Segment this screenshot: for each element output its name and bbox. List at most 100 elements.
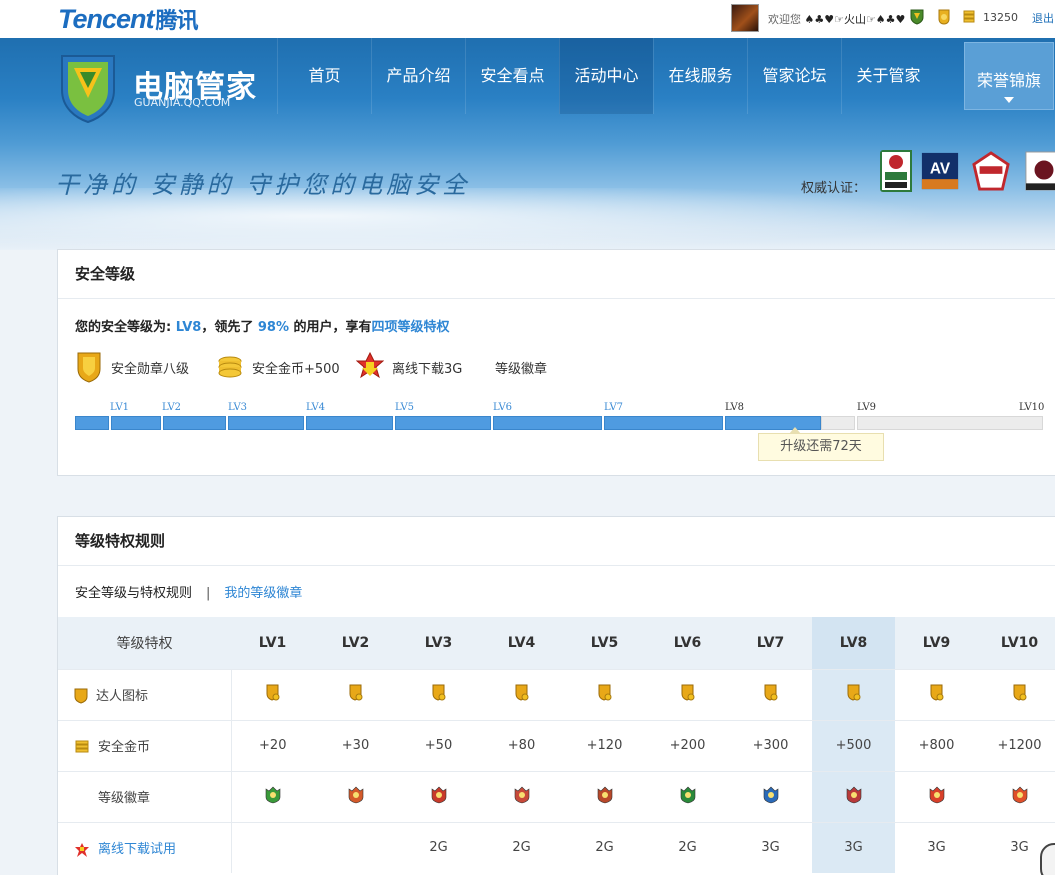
nav-online-service[interactable]: 在线服务: [653, 38, 747, 114]
progress-segment: [75, 416, 109, 430]
tab-separator: |: [206, 586, 211, 601]
table-cell: [480, 668, 563, 720]
table-cell: +30: [314, 719, 397, 771]
chevron-down-icon: [1004, 97, 1014, 103]
medal-icon: [847, 684, 860, 701]
table-cell: [397, 668, 480, 720]
guanjia-shield-logo[interactable]: [58, 52, 118, 124]
table-cell: 2G: [480, 821, 563, 873]
progress-segment-remaining: [857, 416, 1043, 430]
table-cell: [895, 770, 978, 822]
av-test-cert-icon[interactable]: [972, 150, 1010, 192]
tencent-logo[interactable]: Tencent腾讯: [58, 3, 199, 35]
brand-domain: GUANJIA.QQ.COM: [134, 96, 231, 109]
tab-my-badges[interactable]: 我的等级徽章: [224, 586, 302, 601]
level-label: LV10: [1019, 402, 1045, 413]
column-header: 等级特权: [58, 617, 231, 669]
table-row: 达人图标: [58, 668, 1055, 720]
nav-products[interactable]: 产品介绍: [371, 38, 465, 114]
row-label: 等级徽章: [58, 770, 232, 822]
nav-about[interactable]: 关于管家: [841, 38, 935, 114]
avatar[interactable]: [731, 4, 759, 32]
level-label-current: LV8: [725, 402, 745, 413]
download-trial-link[interactable]: 离线下载试用: [98, 842, 176, 857]
level-label: LV4: [306, 402, 326, 413]
column-header: LV10: [978, 617, 1055, 669]
progress-segment: [306, 416, 393, 430]
shield-icon[interactable]: [910, 9, 924, 25]
table-cell: 2G: [397, 821, 480, 873]
progress-segment-current: [725, 416, 821, 430]
svg-text:AV: AV: [930, 161, 951, 178]
medal-icon: [74, 688, 88, 704]
table-cell: +1200: [978, 719, 1055, 771]
table-cell: [231, 770, 314, 822]
table-cell: +300: [729, 719, 812, 771]
medal-icon: [930, 684, 943, 701]
rules-panel: 等级特权规则 安全等级与特权规则 | 我的等级徽章 等级特权 LV1 LV2 LV3…: [57, 516, 1055, 875]
column-header: LV6: [646, 617, 729, 669]
column-header: LV3: [397, 617, 480, 669]
table-cell: +200: [646, 719, 729, 771]
coin-stack-icon: [218, 356, 242, 378]
row-label: 安全金币: [58, 719, 232, 771]
coin-stack-icon: [75, 740, 89, 753]
level-badge-icon: [431, 786, 446, 803]
level-badge-icon: [514, 786, 529, 803]
table-cell: [978, 668, 1055, 720]
download-star-icon: [75, 842, 89, 857]
table-cell: [729, 668, 812, 720]
privilege-coins: 安全金币+500: [216, 350, 340, 384]
progress-segment: [111, 416, 161, 430]
top-bar: Tencent腾讯 欢迎您 ♠♣♥☞火山☞♠♣♥ 13250 退出: [0, 0, 1055, 38]
vb100-cert-icon[interactable]: [880, 150, 918, 192]
rules-table: 等级特权 LV1 LV2 LV3 LV4 LV5 LV6 LV7 LV8 LV9…: [58, 617, 1055, 873]
level-label: LV2: [162, 402, 182, 413]
checkmark-cert-icon[interactable]: [1025, 150, 1055, 192]
medal-icon[interactable]: [937, 9, 951, 25]
nav-forum[interactable]: 管家论坛: [747, 38, 841, 114]
medal-icon: [432, 684, 445, 701]
logout-link[interactable]: 退出: [1032, 10, 1054, 26]
table-header-row: 等级特权 LV1 LV2 LV3 LV4 LV5 LV6 LV7 LV8 LV9…: [58, 617, 1055, 669]
honor-banner-button[interactable]: 荣誉锦旗: [964, 42, 1054, 110]
nav-activity-center[interactable]: 活动中心: [559, 38, 653, 114]
medal-icon: [681, 684, 694, 701]
nav-security-news[interactable]: 安全看点: [465, 38, 559, 114]
column-header: LV2: [314, 617, 397, 669]
progress-segment: [395, 416, 491, 430]
table-cell: +800: [895, 719, 978, 771]
table-cell: [646, 770, 729, 822]
slogan: 干净的 安静的 守护您的电脑安全: [55, 171, 471, 199]
header-banner: 电脑管家 GUANJIA.QQ.COM 首页 产品介绍 安全看点 活动中心 在线…: [0, 38, 1055, 258]
privileges-link[interactable]: 四项等级特权: [372, 320, 450, 335]
table-cell: [314, 668, 397, 720]
av-comparatives-cert-icon[interactable]: AV: [921, 150, 959, 192]
username[interactable]: ♠♣♥☞火山☞♠♣♥: [805, 13, 906, 26]
level-badge-icon: [265, 786, 281, 803]
upgrade-tooltip: 升级还需72天: [758, 427, 884, 461]
table-cell: 3G: [895, 821, 978, 873]
table-cell: [812, 770, 895, 822]
table-cell: [480, 770, 563, 822]
tab-level-rules[interactable]: 安全等级与特权规则: [75, 586, 192, 601]
medal-icon: [1013, 684, 1026, 701]
nav-home[interactable]: 首页: [277, 38, 371, 114]
medal-icon: [598, 684, 611, 701]
table-cell: [231, 668, 314, 720]
medal-icon: [349, 684, 362, 701]
table-cell: +20: [231, 719, 314, 771]
rules-tabs: 安全等级与特权规则 | 我的等级徽章: [75, 582, 302, 601]
scroll-corner-widget[interactable]: [1040, 843, 1055, 875]
level-label: LV6: [493, 402, 513, 413]
coin-count: 13250: [983, 11, 1018, 24]
privilege-download: 离线下载3G: [356, 350, 462, 384]
table-cell: 2G: [646, 821, 729, 873]
table-row: 等级徽章: [58, 770, 1055, 822]
table-cell: [563, 668, 646, 720]
table-cell: 3G: [812, 821, 895, 873]
column-header: LV5: [563, 617, 646, 669]
level-label: LV5: [395, 402, 415, 413]
main-nav: 首页 产品介绍 安全看点 活动中心 在线服务 管家论坛 关于管家: [277, 38, 935, 114]
column-header: LV9: [895, 617, 978, 669]
